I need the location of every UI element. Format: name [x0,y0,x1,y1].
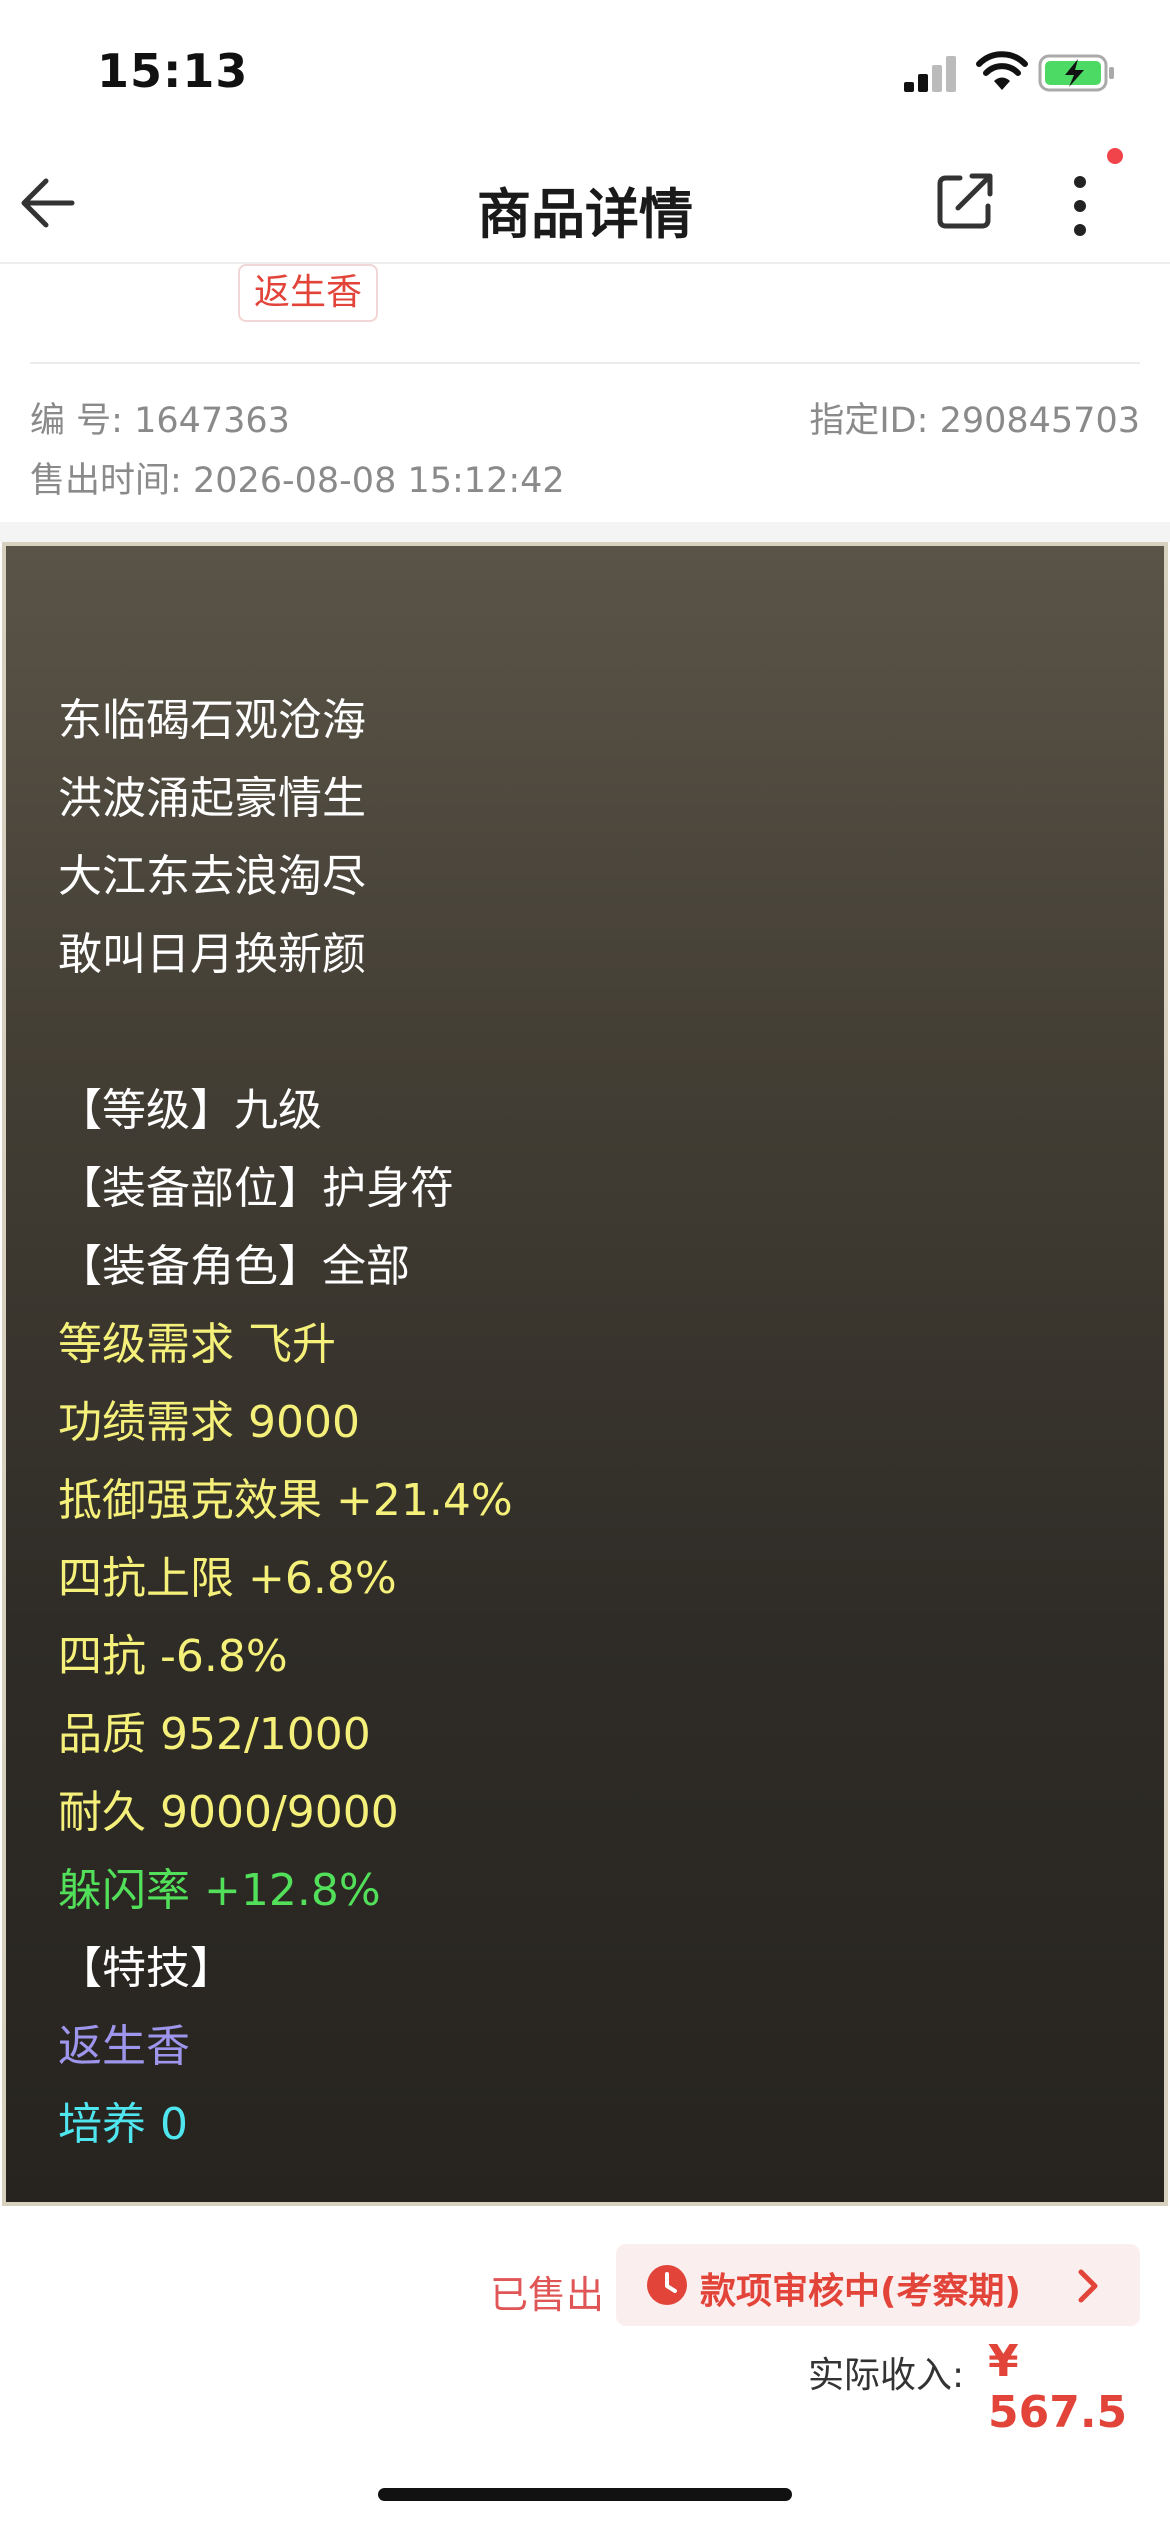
skill-tag: 返生香 [238,264,379,322]
assigned-id-label: 指定ID: [809,401,929,441]
divider [30,362,1140,364]
description-line: 【装备部位】护身符 [58,1163,454,1214]
description-line: 抵御强克效果 +21.4% [58,1475,513,1526]
more-options-icon[interactable] [1060,162,1100,246]
section-separator [0,522,1170,542]
chevron-right-icon [1078,2269,1098,2303]
home-indicator[interactable] [378,2488,792,2501]
sold-time-label: 售出时间: [30,461,182,501]
status-time: 15:13 [97,44,249,98]
status-bar: 15:13 [0,0,1170,150]
description-line: 躲闪率 +12.8% [58,1865,381,1916]
item-number-value: 1647363 [134,401,290,441]
cellular-signal-icon [904,56,956,92]
description-line: 功绩需求 9000 [58,1397,360,1448]
description-line: 四抗 -6.8% [58,1631,288,1682]
item-number: 编 号: 1647363 [30,392,290,443]
description-line: 【特技】 [58,1943,234,1994]
description-line: 培养 0 [58,2099,188,2150]
battery-charging-icon [1038,54,1114,92]
sold-time-value: 2026-08-08 15:12:42 [192,461,565,501]
description-line: 四抗上限 +6.8% [58,1553,397,1604]
description-line: 品质 952/1000 [58,1709,371,1760]
description-line: 返生香 [58,2021,190,2072]
description-line: 等级需求 飞升 [58,1319,336,1370]
assigned-id: 指定ID: 290845703 [809,392,1140,443]
description-line: 大江东去浪淘尽 [58,851,366,902]
description-line: 东临碣石观沧海 [58,695,366,746]
nav-bar: 商品详情 [0,150,1170,264]
payment-audit-button[interactable]: 款项审核中(考察期) [616,2244,1140,2326]
item-number-label: 编 号: [30,401,123,441]
description-line: 洪波涌起豪情生 [58,773,366,824]
notification-dot [1107,148,1123,164]
description-line: 【等级】九级 [58,1085,322,1136]
share-icon[interactable] [934,168,998,232]
assigned-id-value: 290845703 [939,401,1140,441]
description-line: 耐久 9000/9000 [58,1787,399,1838]
tag-row: 返生香 [0,264,1170,362]
wifi-icon [976,51,1028,90]
income-value: ¥ 567.5 [988,2336,1128,2438]
item-description-panel: 东临碣石观沧海 洪波涌起豪情生 大江东去浪淘尽 敢叫日月换新颜 【等级】九级 【… [2,542,1168,2206]
income-label: 实际收入: [808,2355,965,2396]
sold-status-label: 已售出 [490,2273,605,2317]
clock-icon [647,2265,687,2305]
description-line: 敢叫日月换新颜 [58,929,366,980]
audit-status-label: 款项审核中(考察期) [700,2271,1021,2312]
description-line: 【装备角色】全部 [58,1241,410,1292]
sold-time: 售出时间: 2026-08-08 15:12:42 [30,452,565,503]
